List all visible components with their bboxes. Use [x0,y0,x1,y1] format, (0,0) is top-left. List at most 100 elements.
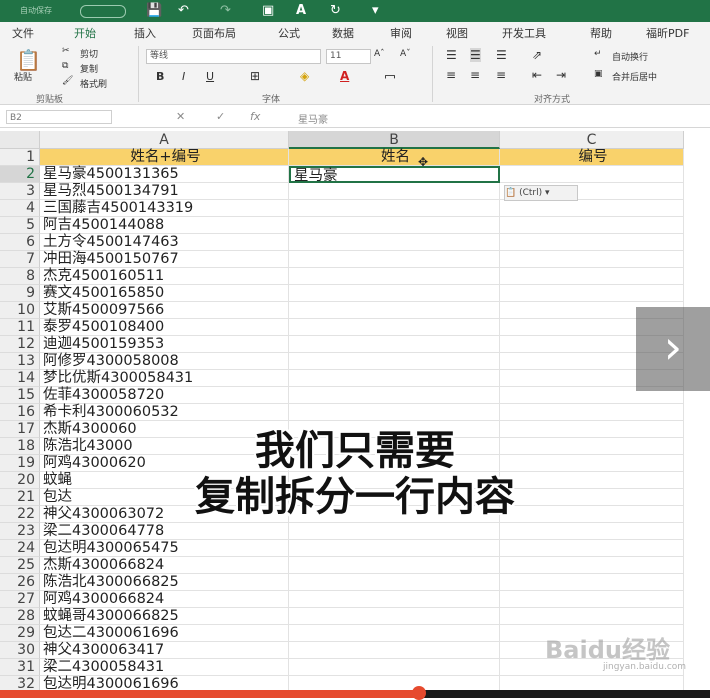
cell-a[interactable]: 泰罗4500108400 [40,319,289,336]
font-color-icon[interactable]: A [296,3,306,19]
cut-button[interactable]: 剪切 [80,47,98,60]
cell-b[interactable] [289,302,500,319]
paste-icon[interactable]: 📋 [16,48,41,72]
cell-a[interactable]: 冲田海4500150767 [40,251,289,268]
next-slide-button[interactable]: › [636,307,710,391]
font-size-select[interactable]: 11 [326,49,371,64]
cell-b[interactable] [289,200,500,217]
cell-b[interactable] [289,574,500,591]
merge-icon[interactable]: ▣ [594,69,603,79]
cell-b[interactable] [289,608,500,625]
cell-a[interactable]: 陈浩北4300066825 [40,574,289,591]
cell-b[interactable] [289,557,500,574]
cell-b[interactable] [289,234,500,251]
cell-b[interactable] [289,370,500,387]
cell-b[interactable] [289,217,500,234]
cell-c[interactable] [500,217,684,234]
row-header[interactable]: 9 [0,285,40,302]
merge-center-button[interactable]: 合并后居中 [612,70,657,83]
insert-function-icon[interactable]: fx [250,110,260,123]
camera-icon[interactable]: ▣ [262,3,274,19]
wrap-text-button[interactable]: 自动换行 [612,50,648,63]
undo-icon[interactable]: ↶ [178,3,189,19]
cell-b[interactable] [289,540,500,557]
cell-a[interactable]: 梁二4300064778 [40,523,289,540]
cell-c[interactable] [500,540,684,557]
header-cell-b[interactable]: 姓名 [289,149,500,166]
tab-review[interactable]: 审阅 [390,25,412,41]
tab-developer[interactable]: 开发工具 [502,25,546,41]
align-left-icon[interactable]: ≡ [446,68,456,82]
cell-a[interactable]: 阿吉4500144088 [40,217,289,234]
cell-b[interactable] [289,387,500,404]
cell-a[interactable]: 土方令4500147463 [40,234,289,251]
paste-options-button[interactable]: 📋 (Ctrl) ▾ [504,185,578,201]
copy-button[interactable]: 复制 [80,62,98,75]
tab-page-layout[interactable]: 页面布局 [192,25,236,41]
row-header[interactable]: 7 [0,251,40,268]
column-header-c[interactable]: C [500,131,684,149]
cell-b[interactable] [289,642,500,659]
save-icon[interactable]: 💾 [146,3,162,19]
row-header[interactable]: 4 [0,200,40,217]
row-header[interactable]: 6 [0,234,40,251]
cell-c[interactable] [500,234,684,251]
row-header[interactable]: 3 [0,183,40,200]
row-header[interactable]: 15 [0,387,40,404]
formula-input[interactable]: 星马豪 [298,111,328,126]
paste-button[interactable]: 粘贴 [14,70,32,83]
cell-b[interactable] [289,319,500,336]
cell-b[interactable] [289,523,500,540]
cell-b[interactable] [289,183,500,200]
cell-a[interactable]: 梁二4300058431 [40,659,289,676]
header-cell-c[interactable]: 编号 [500,149,684,166]
cell-b[interactable] [289,659,500,676]
increase-font-icon[interactable]: Aˆ [374,49,385,59]
cell-c[interactable] [500,591,684,608]
cell-a[interactable]: 杰克4500160511 [40,268,289,285]
tab-view[interactable]: 视图 [446,25,468,41]
cell-a[interactable]: 迪迦4500159353 [40,336,289,353]
align-bottom-icon[interactable]: ☰ [496,48,507,62]
cell-a[interactable]: 星马豪4500131365 [40,166,289,183]
align-top-icon[interactable]: ☰ [446,48,457,62]
row-header[interactable]: 10 [0,302,40,319]
select-all-button[interactable] [0,131,40,149]
redo-icon[interactable]: ↷ [220,3,231,19]
row-header[interactable]: 23 [0,523,40,540]
cell-b[interactable]: 星马豪 [289,166,500,184]
more-icon[interactable]: ▾ [372,3,379,19]
cell-c[interactable] [500,200,684,217]
video-progress-bar[interactable] [0,686,710,700]
borders-icon[interactable]: ⊞ [250,69,260,83]
cut-icon[interactable]: ✂ [62,46,70,56]
row-header[interactable]: 27 [0,591,40,608]
tab-foxit-pdf[interactable]: 福昕PDF [646,25,689,41]
cell-a[interactable]: 阿鸡4300066824 [40,591,289,608]
cell-b[interactable] [289,353,500,370]
column-header-a[interactable]: A [40,131,289,149]
cell-c[interactable] [500,166,684,183]
cell-a[interactable]: 阿修罗4300058008 [40,353,289,370]
cell-c[interactable] [500,557,684,574]
format-painter-icon[interactable]: 🖌 [62,76,73,86]
cell-a[interactable]: 艾斯4500097566 [40,302,289,319]
increase-indent-icon[interactable]: ⇥ [556,68,566,82]
cell-a[interactable]: 杰斯4300066824 [40,557,289,574]
cell-c[interactable] [500,574,684,591]
row-header[interactable]: 13 [0,353,40,370]
row-header[interactable]: 8 [0,268,40,285]
header-cell-a[interactable]: 姓名+编号 [40,149,289,166]
phonetic-icon[interactable]: 冖 [384,69,396,86]
confirm-icon[interactable]: ✓ [216,110,225,123]
cell-a[interactable]: 梦比优斯4300058431 [40,370,289,387]
bold-button[interactable]: B [156,70,164,83]
align-right-icon[interactable]: ≡ [496,68,506,82]
column-header-b[interactable]: B [289,131,500,149]
row-header[interactable]: 30 [0,642,40,659]
cell-c[interactable] [500,608,684,625]
row-header[interactable]: 26 [0,574,40,591]
cell-b[interactable] [289,268,500,285]
tab-formulas[interactable]: 公式 [278,25,300,41]
row-header[interactable]: 25 [0,557,40,574]
